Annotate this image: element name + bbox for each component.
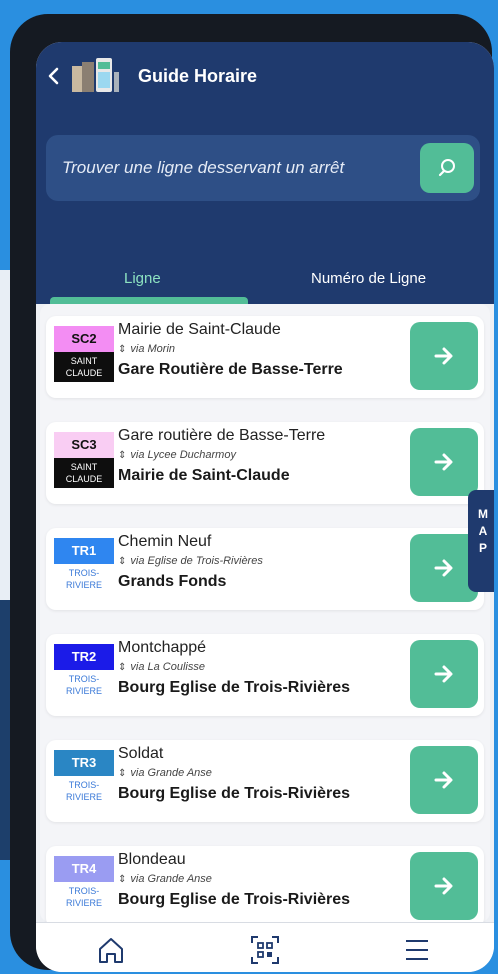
line-badge: TR4 [54,856,114,882]
destination-stop: Bourg Eglise de Trois-Rivières [118,785,351,802]
direction-icon: ⇕ [118,450,127,461]
destination-stop: Bourg Eglise de Trois-Rivières [118,891,351,908]
app-header: Guide Horaire Trouver une ligne desserva… [36,42,494,304]
map-side-tab[interactable]: M A P [468,490,494,592]
via-stop: ⇕ via Morin [118,343,176,355]
origin-stop: Mairie de Saint-Claude [118,321,281,338]
city-label: SAINT CLAUDE [54,458,114,488]
search-button[interactable] [420,143,474,193]
via-stop: ⇕ via Grande Anse [118,767,212,779]
line-card[interactable]: TR2 TROIS-RIVIERE Montchappé ⇕ via La Cou… [46,634,484,716]
line-card[interactable]: TR4 TROIS-RIVIERE Blondeau ⇕ via Grande A… [46,846,484,928]
arrow-right-icon [434,559,453,577]
line-list: SC2 SAINT CLAUDE Mairie de Saint-Claude … [40,304,490,928]
city-label: TROIS-RIVIERE [54,670,114,700]
tab-numero-de-ligne[interactable]: Numéro de Ligne [311,269,426,289]
city-label: TROIS-RIVIERE [54,564,114,594]
line-card[interactable]: SC3 SAINT CLAUDE Gare routière de Basse-… [46,422,484,504]
line-card[interactable]: TR3 TROIS-RIVIERE Soldat ⇕ via Grande Ans… [46,740,484,822]
open-line-button[interactable] [410,852,478,920]
search-bar[interactable]: Trouver une ligne desservant un arrêt [46,135,480,201]
line-badge: SC3 [54,432,114,458]
direction-icon: ⇕ [118,874,127,885]
arrow-right-icon [434,665,453,683]
direction-icon: ⇕ [118,344,127,355]
city-label: SAINT CLAUDE [54,352,114,382]
map-letter: P [478,541,487,555]
arrow-right-icon [434,347,453,365]
destination-stop: Mairie de Saint-Claude [118,467,290,484]
destination-stop: Grands Fonds [118,573,227,590]
active-tab-indicator [50,297,248,304]
page-title: Guide Horaire [138,66,258,86]
city-label: TROIS-RIVIERE [54,882,114,912]
arrow-right-icon [434,877,453,895]
open-line-button[interactable] [410,428,478,496]
origin-stop: Montchappé [118,639,207,656]
home-icon[interactable] [94,933,128,967]
origin-stop: Blondeau [118,851,186,868]
origin-stop: Soldat [118,745,164,762]
destination-stop: Bourg Eglise de Trois-Rivières [118,679,351,696]
destination-stop: Gare Routière de Basse-Terre [118,361,343,378]
tab-ligne[interactable]: Ligne [124,269,161,289]
direction-icon: ⇕ [118,768,127,779]
via-stop: ⇕ via Lycee Ducharmoy [118,449,236,461]
line-badge: TR2 [54,644,114,670]
qr-code-icon[interactable] [248,933,282,967]
city-label: TROIS-RIVIERE [54,776,114,806]
open-line-button[interactable] [410,746,478,814]
via-stop: ⇕ via La Coulisse [118,661,205,673]
direction-icon: ⇕ [118,556,127,567]
line-badge: SC2 [54,326,114,352]
map-letter: A [478,524,488,538]
map-letter: M [478,507,488,521]
search-icon [438,159,455,177]
arrow-right-icon [434,453,453,471]
via-stop: ⇕ via Grande Anse [118,873,212,885]
open-line-button[interactable] [410,640,478,708]
back-icon[interactable] [46,66,62,86]
bottom-navigation [36,922,494,972]
line-card[interactable]: SC2 SAINT CLAUDE Mairie de Saint-Claude … [46,316,484,398]
direction-icon: ⇕ [118,662,127,673]
open-line-button[interactable] [410,322,478,390]
search-input[interactable]: Trouver une ligne desservant un arrêt [62,157,344,179]
phone-frame: Guide Horaire Trouver une ligne desserva… [10,14,494,972]
menu-icon[interactable] [400,933,434,967]
line-card[interactable]: TR1 TROIS-RIVIERE Chemin Neuf ⇕ via Eglis… [46,528,484,610]
origin-stop: Gare routière de Basse-Terre [118,427,326,444]
app-screen: Guide Horaire Trouver une ligne desserva… [36,42,494,972]
line-badge: TR3 [54,750,114,776]
via-stop: ⇕ via Eglise de Trois-Rivières [118,555,263,567]
line-badge: TR1 [54,538,114,564]
origin-stop: Chemin Neuf [118,533,212,550]
bus-stop-logo-icon [72,58,119,92]
arrow-right-icon [434,771,453,789]
